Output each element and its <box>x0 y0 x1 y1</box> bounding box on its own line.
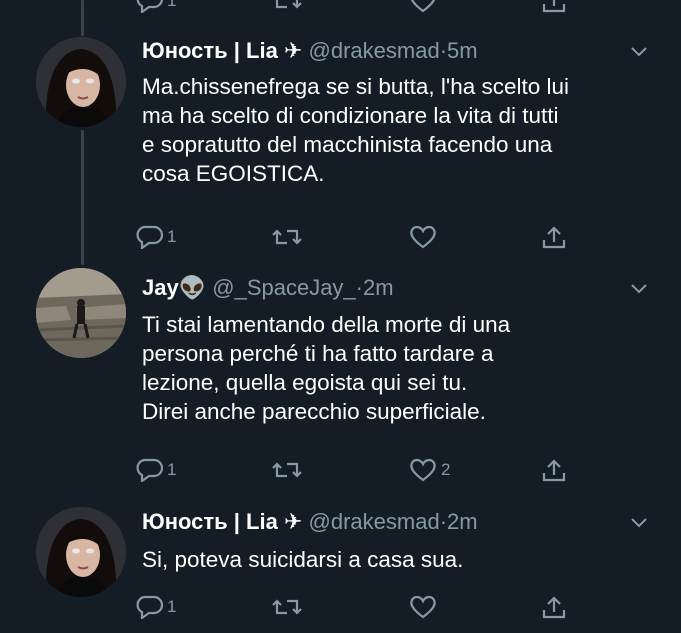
chevron-down-icon[interactable] <box>630 46 648 58</box>
plane-icon: ✈ <box>283 38 303 63</box>
like-button[interactable] <box>408 222 438 252</box>
tweet-text-line: lezione, quella egoista qui sei tu. <box>142 370 468 395</box>
share-button[interactable] <box>540 222 568 252</box>
tweet-text-line: ma ha scelto di condizionare la vita di … <box>142 103 559 128</box>
reply-count: 1 <box>167 0 177 10</box>
retweet-button[interactable] <box>271 455 303 485</box>
retweet-icon <box>272 229 302 245</box>
share-icon <box>542 596 566 619</box>
timestamp[interactable]: 5m <box>447 38 478 63</box>
separator: · <box>439 509 448 534</box>
share-button[interactable] <box>540 0 568 16</box>
tweet-text: Si, poteva suicidarsi a casa sua. <box>142 545 622 574</box>
share-icon <box>542 0 566 13</box>
retweet-icon <box>272 599 302 615</box>
like-count: 2 <box>441 460 451 479</box>
chevron-down-icon[interactable] <box>630 283 648 295</box>
reply-count: 1 <box>167 460 177 479</box>
like-icon <box>410 595 436 619</box>
share-button[interactable] <box>540 592 568 622</box>
like-button[interactable] <box>408 0 438 16</box>
user-handle[interactable]: @drakesmad <box>309 38 440 63</box>
reply-button[interactable]: 1 <box>136 455 176 485</box>
reply-icon <box>136 458 164 482</box>
avatar[interactable] <box>36 37 126 127</box>
retweet-icon <box>275 0 302 9</box>
like-icon <box>410 225 436 249</box>
tweet-actions: 1 <box>0 592 681 622</box>
tweet-actions: 1 <box>0 222 681 252</box>
reply-icon <box>136 0 164 13</box>
like-button[interactable] <box>408 592 438 622</box>
timestamp[interactable]: 2m <box>363 275 394 300</box>
separator: · <box>439 38 448 63</box>
reply-icon <box>136 225 164 249</box>
tweet-header: Jay👽 @_SpaceJay_·2m <box>142 275 394 301</box>
tweet-text-line: Ma.chissenefrega se si butta, l'ha scelt… <box>142 74 570 99</box>
retweet-button[interactable] <box>271 0 303 16</box>
timestamp[interactable]: 2m <box>447 509 478 534</box>
tweet-text-line: persona perché ti ha fatto tardare a <box>142 341 494 366</box>
timeline: 1 Юность | Lia ✈ @drakesmad·5m Ma.chisse… <box>0 0 681 633</box>
avatar[interactable] <box>36 268 126 358</box>
share-icon <box>542 459 566 482</box>
tweet-text-line: Direi anche parecchio superficiale. <box>142 399 486 424</box>
retweet-button[interactable] <box>271 592 303 622</box>
chevron-down-icon[interactable] <box>630 517 648 529</box>
previous-tweet-actions: 1 <box>0 0 681 13</box>
tweet-text-line: e sopratutto del macchinista facendo una <box>142 132 553 157</box>
share-button[interactable] <box>540 455 568 485</box>
reply-button[interactable]: 1 <box>136 0 176 16</box>
reply-count: 1 <box>167 227 177 246</box>
display-name[interactable]: Юность | Lia <box>142 509 278 534</box>
user-handle[interactable]: @_SpaceJay_ <box>212 275 355 300</box>
tweet-text: Ma.chissenefrega se si butta, l'ha scelt… <box>142 72 622 188</box>
separator: · <box>355 275 363 300</box>
tweet-text-line: Ti stai lamentando della morte di una <box>142 312 511 337</box>
tweet-actions: 1 2 <box>0 455 681 485</box>
like-icon <box>410 458 436 482</box>
plane-icon: ✈ <box>283 509 303 534</box>
user-handle[interactable]: @drakesmad <box>309 509 440 534</box>
tweet-header: Юность | Lia ✈ @drakesmad·2m <box>142 509 478 535</box>
tweet-header: Юность | Lia ✈ @drakesmad·5m <box>142 38 478 64</box>
retweet-button[interactable] <box>271 222 303 252</box>
thread-line <box>81 0 84 36</box>
display-name[interactable]: Юность | Lia <box>142 38 278 63</box>
alien-icon: 👽 <box>178 275 207 300</box>
display-name[interactable]: Jay <box>142 275 179 300</box>
reply-button[interactable]: 1 <box>136 592 176 622</box>
tweet-text-line: Si, poteva suicidarsi a casa sua. <box>142 547 464 572</box>
retweet-icon <box>272 462 302 478</box>
reply-count: 1 <box>167 597 177 616</box>
reply-button[interactable]: 1 <box>136 222 176 252</box>
reply-icon <box>136 595 164 619</box>
like-button[interactable]: 2 <box>408 455 450 485</box>
share-icon <box>542 226 566 249</box>
like-icon <box>410 0 436 13</box>
tweet-text-line: cosa EGOISTICA. <box>142 161 325 186</box>
tweet-text: Ti stai lamentando della morte di una pe… <box>142 310 622 426</box>
avatar[interactable] <box>36 507 126 597</box>
